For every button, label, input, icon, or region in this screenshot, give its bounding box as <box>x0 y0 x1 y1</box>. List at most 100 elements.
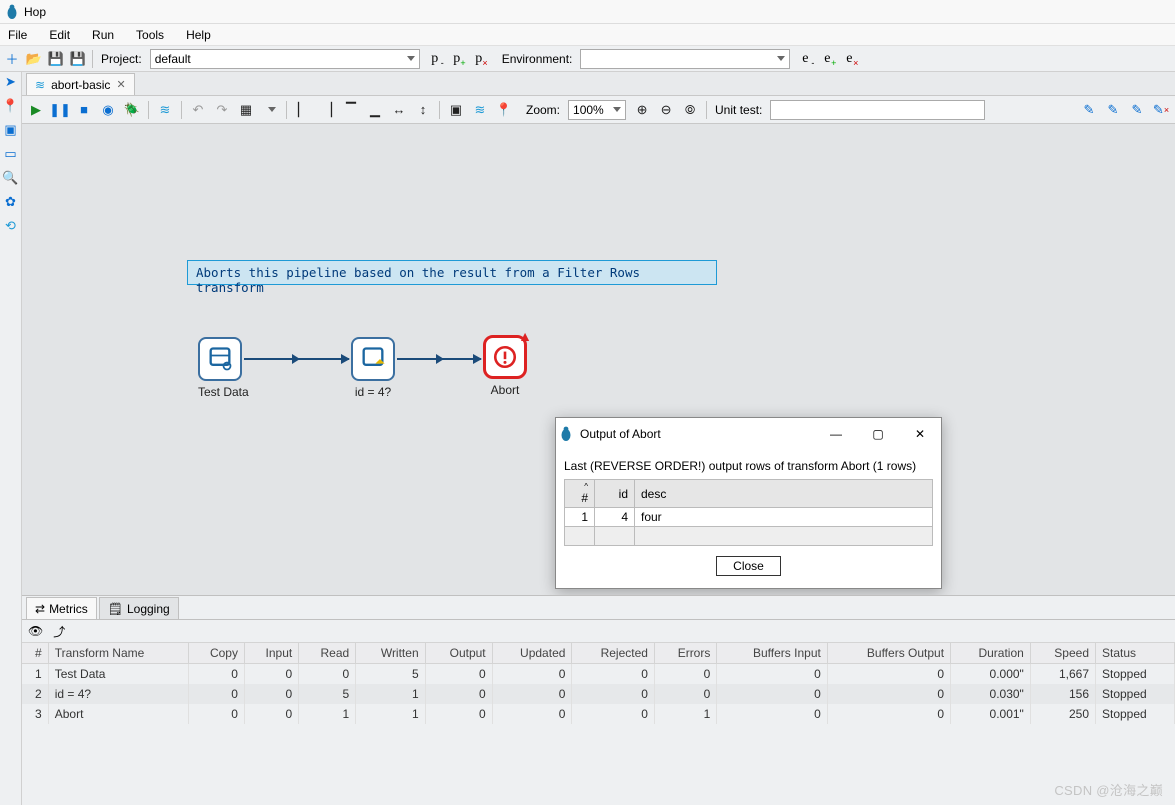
save-icon[interactable]: 💾 <box>48 51 64 67</box>
project-select[interactable]: default <box>150 49 420 69</box>
eye-icon[interactable]: 👁 <box>28 624 43 638</box>
pause-icon[interactable]: ❚❚ <box>52 102 68 118</box>
zoom-select[interactable]: 100% <box>568 100 626 120</box>
screenshot-icon[interactable]: ▣ <box>448 102 464 118</box>
menu-edit[interactable]: Edit <box>45 26 74 44</box>
pin-icon[interactable]: 📍 <box>3 98 19 114</box>
e-x-icon[interactable]: e× <box>840 51 858 67</box>
wave-icon[interactable]: ≋ <box>157 102 173 118</box>
col-header[interactable]: Rejected <box>572 643 655 664</box>
environment-select[interactable] <box>580 49 790 69</box>
stop-icon[interactable]: ■ <box>76 102 92 118</box>
gear-icon[interactable]: ✿ <box>3 194 19 210</box>
align-left-icon[interactable]: ▏ <box>295 102 311 118</box>
metrics-table[interactable]: #Transform NameCopyInputReadWrittenOutpu… <box>22 642 1175 805</box>
cell: 1 <box>654 704 716 724</box>
cell: 0.000" <box>951 664 1031 685</box>
col-header[interactable]: Buffers Output <box>827 643 950 664</box>
zoom-label: Zoom: <box>526 103 560 117</box>
tab-abort-basic[interactable]: ≋ abort-basic ✕ <box>26 73 135 95</box>
note-box[interactable]: Aborts this pipeline based on the result… <box>187 260 717 285</box>
dist-h-icon[interactable]: ↔ <box>391 102 407 118</box>
edit4-icon[interactable]: ✎× <box>1153 102 1169 118</box>
add-icon[interactable]: ＋ <box>4 51 20 67</box>
location2-icon[interactable]: 📍 <box>496 102 512 118</box>
plugin-icon[interactable]: ⟲ <box>3 218 19 234</box>
node-abort[interactable]: ▲ Abort <box>483 335 527 397</box>
p-minus-icon[interactable]: p- <box>426 51 444 67</box>
e-plus-icon[interactable]: e+ <box>818 51 836 67</box>
col-header[interactable]: Speed <box>1030 643 1095 664</box>
align-bottom-icon[interactable]: ▁ <box>367 102 383 118</box>
col-header[interactable]: Buffers Input <box>717 643 827 664</box>
table-row[interactable]: 1Test Data00050000000.000"1,667Stopped <box>22 664 1175 685</box>
zoom-100-icon[interactable]: ⦾ <box>682 102 698 118</box>
cell: 0 <box>572 664 655 685</box>
e-minus-icon[interactable]: e- <box>796 51 814 67</box>
menu-run[interactable]: Run <box>88 26 118 44</box>
folder-icon[interactable]: ▭ <box>3 146 19 162</box>
cell: 5 <box>299 684 356 704</box>
grid-dropdown-icon[interactable] <box>262 102 278 118</box>
cell: 0 <box>827 684 950 704</box>
redo-icon[interactable]: ↷ <box>214 102 230 118</box>
zoom-out-icon[interactable]: ⊖ <box>658 102 674 118</box>
menu-help[interactable]: Help <box>182 26 215 44</box>
zoom-in-icon[interactable]: ⊕ <box>634 102 650 118</box>
location-icon[interactable]: ➤ <box>3 74 19 90</box>
col-index[interactable]: # <box>581 491 588 505</box>
col-desc[interactable]: desc <box>635 480 933 508</box>
close-button[interactable]: Close <box>716 556 781 576</box>
align-right-icon[interactable]: ▕ <box>319 102 335 118</box>
col-header[interactable]: Errors <box>654 643 716 664</box>
dialog-titlebar[interactable]: Output of Abort — ▢ ✕ <box>556 418 941 450</box>
table-row[interactable]: 2id = 4?00510000000.030"156Stopped <box>22 684 1175 704</box>
run-icon[interactable]: ▶ <box>28 102 44 118</box>
col-header[interactable]: Input <box>244 643 298 664</box>
close-icon[interactable]: ✕ <box>116 78 125 91</box>
search-icon[interactable]: 🔍 <box>3 170 19 186</box>
tab-metrics[interactable]: ⇄Metrics <box>26 597 97 619</box>
node-label: id = 4? <box>351 385 395 399</box>
unit-test-select[interactable] <box>770 100 985 120</box>
col-id[interactable]: id <box>595 480 635 508</box>
node-filter[interactable]: id = 4? <box>351 337 395 399</box>
col-header[interactable]: Status <box>1096 643 1175 664</box>
col-header[interactable]: Written <box>356 643 425 664</box>
col-header[interactable]: Copy <box>188 643 244 664</box>
col-header[interactable]: Transform Name <box>48 643 188 664</box>
undo-icon[interactable]: ↶ <box>190 102 206 118</box>
open-icon[interactable]: 📂 <box>26 51 42 67</box>
edit2-icon[interactable]: ✎ <box>1105 102 1121 118</box>
edit1-icon[interactable]: ✎ <box>1081 102 1097 118</box>
minimize-icon[interactable]: — <box>819 420 853 448</box>
save-as-icon[interactable]: 💾 <box>70 51 86 67</box>
dist-v-icon[interactable]: ↕ <box>415 102 431 118</box>
tab-logging[interactable]: 🗒Logging <box>99 597 179 619</box>
menu-tools[interactable]: Tools <box>132 26 168 44</box>
wave2-icon[interactable]: ≋ <box>472 102 488 118</box>
align-top-icon[interactable]: ▔ <box>343 102 359 118</box>
pipeline-icon: ≋ <box>35 78 45 92</box>
p-x-icon[interactable]: p× <box>470 51 488 67</box>
project-label: Project: <box>99 52 144 66</box>
menu-file[interactable]: File <box>4 26 31 44</box>
col-header[interactable]: # <box>22 643 48 664</box>
debug-icon[interactable]: 🪲 <box>124 102 140 118</box>
col-header[interactable]: Duration <box>951 643 1031 664</box>
branch-icon[interactable]: ⤴ <box>53 623 65 640</box>
p-plus-icon[interactable]: p+ <box>448 51 466 67</box>
pipeline-canvas[interactable]: Aborts this pipeline based on the result… <box>22 124 1175 595</box>
zoom-value: 100% <box>573 103 604 117</box>
square-icon[interactable]: ▣ <box>3 122 19 138</box>
grid-icon[interactable]: ▦ <box>238 102 254 118</box>
node-test-data[interactable]: Test Data <box>198 337 249 399</box>
table-row[interactable]: 3Abort00110001000.001"250Stopped <box>22 704 1175 724</box>
preview-icon[interactable]: ◉ <box>100 102 116 118</box>
close-icon[interactable]: ✕ <box>903 420 937 448</box>
col-header[interactable]: Read <box>299 643 356 664</box>
col-header[interactable]: Output <box>425 643 492 664</box>
edit3-icon[interactable]: ✎ <box>1129 102 1145 118</box>
col-header[interactable]: Updated <box>492 643 572 664</box>
maximize-icon[interactable]: ▢ <box>861 420 895 448</box>
